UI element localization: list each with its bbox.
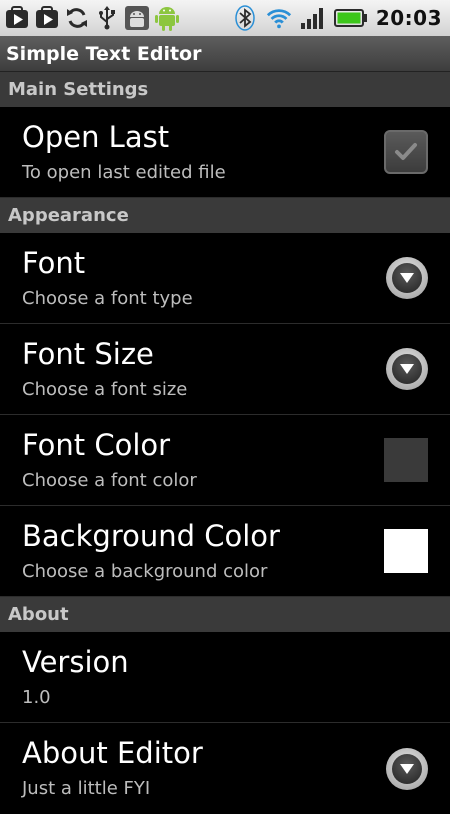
pref-summary: Choose a background color: [22, 561, 268, 582]
chevron-down-icon: [392, 753, 422, 784]
play-store-icon: [34, 5, 60, 31]
preference-list: Main Settings Open Last To open last edi…: [0, 72, 450, 814]
category-label: Appearance: [8, 205, 129, 226]
pref-summary: Choose a font color: [22, 470, 197, 491]
pref-summary: To open last edited file: [22, 162, 226, 183]
pref-font-size[interactable]: Font Size Choose a font size: [0, 324, 450, 415]
status-bar: 20:03: [0, 0, 450, 36]
pref-title: Version: [22, 645, 129, 679]
notification-icons: [0, 5, 180, 31]
pref-summary: Just a little FYI: [22, 778, 151, 799]
background-color-swatch[interactable]: [384, 529, 428, 573]
bluetooth-icon: [232, 5, 258, 31]
pref-title: Font Size: [22, 337, 154, 371]
pref-font[interactable]: Font Choose a font type: [0, 233, 450, 324]
clock: 20:03: [375, 6, 442, 30]
pref-title: About Editor: [22, 736, 203, 770]
chevron-down-icon: [392, 354, 422, 384]
category-appearance: Appearance: [0, 198, 450, 233]
checkmark-icon: [395, 143, 417, 160]
category-label: Main Settings: [8, 79, 149, 100]
sync-icon: [64, 5, 90, 31]
pref-title: Open Last: [22, 120, 170, 154]
signal-icon: [300, 5, 326, 31]
pref-about-editor[interactable]: About Editor Just a little FYI: [0, 723, 450, 814]
battery-icon: [333, 5, 368, 31]
usb-icon: [94, 5, 120, 31]
pref-summary: 1.0: [22, 687, 51, 708]
pref-version[interactable]: Version 1.0: [0, 632, 450, 723]
font-color-swatch[interactable]: [384, 438, 428, 482]
pref-open-last[interactable]: Open Last To open last edited file: [0, 107, 450, 198]
pref-font-color[interactable]: Font Color Choose a font color: [0, 415, 450, 506]
wifi-icon: [266, 5, 292, 31]
system-icons: 20:03: [232, 0, 442, 36]
pref-title: Font: [22, 246, 86, 280]
chevron-down-icon: [392, 263, 422, 293]
title-bar: Simple Text Editor: [0, 36, 450, 72]
pref-title: Font Color: [22, 428, 171, 462]
pref-title: Background Color: [22, 519, 280, 553]
pref-summary: Choose a font size: [22, 379, 188, 400]
pref-summary: Choose a font type: [22, 288, 193, 309]
open-last-checkbox[interactable]: [384, 130, 428, 174]
font-dropdown-button[interactable]: [386, 257, 428, 299]
app-title: Simple Text Editor: [6, 42, 202, 65]
android-icon: [154, 5, 180, 31]
font-size-dropdown-button[interactable]: [386, 348, 428, 390]
about-editor-dropdown-button[interactable]: [386, 747, 428, 790]
android-debug-icon: [124, 5, 150, 31]
category-label: About: [8, 604, 69, 625]
category-main-settings: Main Settings: [0, 72, 450, 107]
play-store-icon: [4, 5, 30, 31]
category-about: About: [0, 597, 450, 632]
pref-background-color[interactable]: Background Color Choose a background col…: [0, 506, 450, 597]
